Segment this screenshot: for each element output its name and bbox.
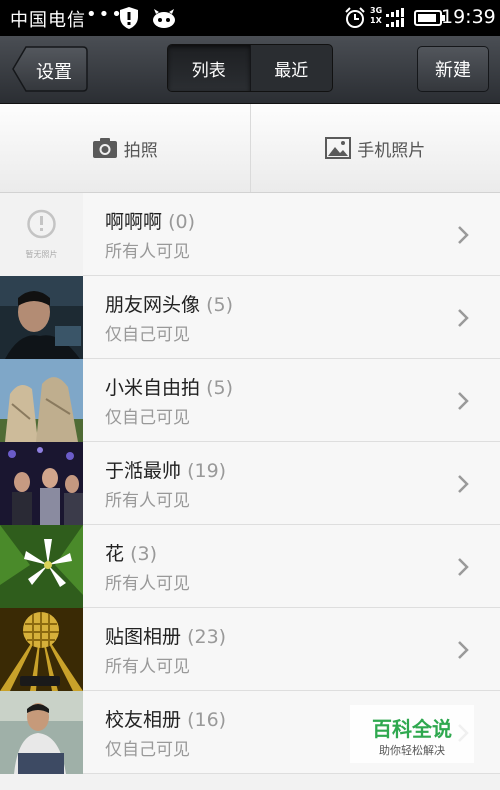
- battery-icon: [414, 10, 445, 26]
- album-privacy: 所有人可见: [105, 574, 190, 594]
- camera-icon: [92, 138, 117, 158]
- album-thumbnail-empty: 暂无照片: [0, 193, 83, 276]
- new-album-button[interactable]: 新建: [417, 46, 489, 92]
- tab-recent[interactable]: 最近: [249, 45, 333, 91]
- tab-list[interactable]: 列表: [168, 45, 250, 91]
- alarm-icon: [345, 7, 365, 28]
- album-title: 校友相册 (16): [105, 709, 227, 731]
- album-thumbnail: [0, 691, 83, 774]
- album-row[interactable]: 于湉最帅 (19) 所有人可见: [0, 442, 500, 525]
- no-photo-icon: [27, 209, 56, 239]
- signal-bars-icon: [386, 8, 404, 27]
- album-thumbnail: [0, 525, 83, 608]
- status-bar: 中国电信 ••• 3G 1X 19:39: [0, 0, 500, 36]
- photo-source-bar: 拍照 手机照片: [0, 104, 500, 193]
- album-privacy: 所有人可见: [105, 657, 190, 677]
- carrier-name: 中国电信: [10, 10, 86, 31]
- album-thumbnail: [0, 359, 83, 442]
- album-count: (0): [168, 211, 195, 233]
- album-privacy: 仅自己可见: [105, 740, 190, 760]
- chevron-right-icon: [458, 558, 469, 576]
- chevron-right-icon: [458, 226, 469, 244]
- watermark-slogan: 助你轻松解决: [379, 744, 445, 757]
- album-title: 小米自由拍 (5): [105, 377, 233, 399]
- album-privacy: 仅自己可见: [105, 408, 190, 428]
- album-count: (3): [130, 543, 157, 565]
- network-type: 3G 1X: [370, 6, 383, 25]
- image-icon: [325, 137, 352, 159]
- album-row[interactable]: 朋友网头像 (5) 仅自己可见: [0, 276, 500, 359]
- shield-icon: [120, 7, 138, 29]
- watermark-title: 百科全说: [372, 717, 452, 741]
- album-privacy: 所有人可见: [105, 491, 190, 511]
- album-row[interactable]: 暂无照片 啊啊啊 (0) 所有人可见: [0, 193, 500, 276]
- album-count: (5): [206, 294, 233, 316]
- album-row[interactable]: 小米自由拍 (5) 仅自己可见: [0, 359, 500, 442]
- qq-bot-icon: [153, 9, 175, 28]
- phone-photos-button[interactable]: 手机照片: [249, 104, 500, 192]
- chevron-right-icon: [458, 309, 469, 327]
- album-row[interactable]: 贴图相册 (23) 所有人可见: [0, 608, 500, 691]
- watermark-logo: 百科全说 助你轻松解决: [350, 705, 474, 763]
- action-bar: 设置 列表 最近 新建: [0, 36, 500, 104]
- album-count: (19): [187, 460, 227, 482]
- take-photo-button[interactable]: 拍照: [0, 104, 250, 192]
- album-row[interactable]: 花 (3) 所有人可见: [0, 525, 500, 608]
- album-count: (23): [187, 626, 227, 648]
- phone-photos-label: 手机照片: [357, 140, 426, 161]
- album-thumbnail: [0, 276, 83, 359]
- album-title: 朋友网头像 (5): [105, 294, 233, 316]
- chevron-right-icon: [458, 475, 469, 493]
- chevron-right-icon: [458, 641, 469, 659]
- album-title: 于湉最帅 (19): [105, 460, 227, 482]
- back-settings-button[interactable]: 设置: [12, 46, 88, 92]
- chevron-right-icon: [458, 392, 469, 410]
- view-mode-switch: 列表 最近: [167, 44, 333, 92]
- no-photo-text: 暂无照片: [25, 250, 58, 259]
- album-list: 暂无照片 啊啊啊 (0) 所有人可见 朋友网头像 (5) 仅自己可见 小米自由拍…: [0, 193, 500, 774]
- album-title: 贴图相册 (23): [105, 626, 227, 648]
- album-count: (5): [206, 377, 233, 399]
- album-privacy: 仅自己可见: [105, 325, 190, 345]
- album-privacy: 所有人可见: [105, 242, 190, 262]
- take-photo-label: 拍照: [123, 140, 158, 161]
- album-thumbnail: [0, 608, 83, 691]
- album-thumbnail: [0, 442, 83, 525]
- clock: 19:39: [441, 6, 496, 28]
- album-title: 花 (3): [105, 543, 157, 565]
- album-count: (16): [187, 709, 227, 731]
- back-button-label: 设置: [36, 62, 72, 83]
- album-title: 啊啊啊 (0): [105, 211, 195, 233]
